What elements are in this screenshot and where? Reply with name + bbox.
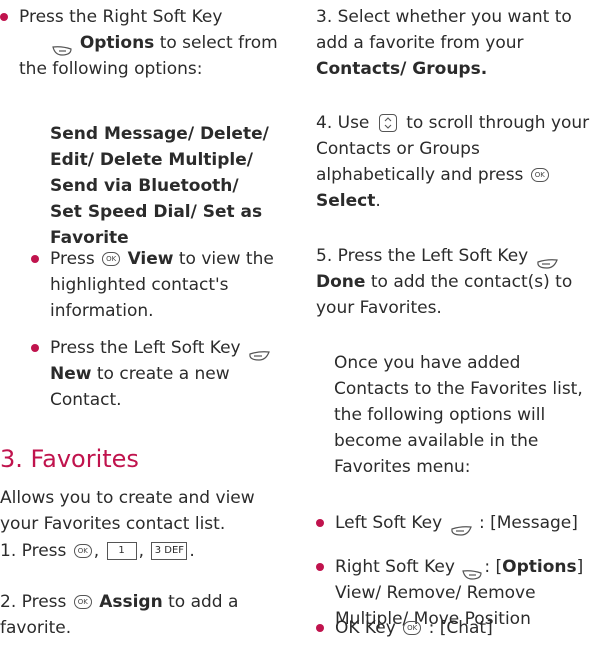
bullet-dot	[31, 344, 39, 352]
option-text: : [	[484, 557, 503, 577]
right-soft-key-icon	[52, 38, 73, 56]
favorites-note: Once you have added Contacts to the Favo…	[334, 353, 583, 477]
separator: ,	[138, 541, 144, 561]
step-text: 5. Press the Left Soft Key	[316, 246, 529, 266]
bullet-text: Press the Right Soft Key	[19, 7, 223, 27]
step-5: 5. Press the Left Soft Key Done to add t…	[316, 243, 592, 321]
separator: .	[375, 191, 381, 211]
step-text: 1. Press	[0, 541, 67, 561]
bullet-dot	[316, 563, 324, 571]
bullet-view: Press OK View to view the highlighted co…	[31, 246, 300, 324]
assign-label: Assign	[99, 592, 163, 612]
options-label: Options	[79, 33, 155, 53]
key-3-icon: 3 DEF	[151, 542, 188, 560]
bullet-dot	[0, 13, 8, 21]
step-1: 1. Press OK, 1, 3 DEF.	[0, 538, 282, 564]
option-text: Right Soft Key	[335, 557, 455, 577]
navigation-key-icon	[378, 114, 397, 132]
left-soft-key-icon	[536, 251, 558, 269]
section-heading-favorites: 3. Favorites	[0, 445, 139, 473]
option-text: OK Key	[335, 618, 396, 638]
option-message: Left Soft Key : [Message]	[316, 510, 592, 536]
option-text: ]	[576, 557, 584, 577]
option-text: Left Soft Key	[335, 513, 443, 533]
contacts-groups-label: Contacts/ Groups.	[316, 59, 488, 79]
favorites-intro: Allows you to create and view your Favor…	[0, 488, 255, 534]
options-line: Edit/ Delete Multiple/	[50, 150, 253, 170]
bullet-dot	[316, 519, 324, 527]
options-line: Send Message/ Delete/	[50, 124, 269, 144]
option-chat: OK Key OK : [Chat]	[316, 615, 592, 641]
bullet-right-soft-key-options: Press the Right Soft Key Options to sele…	[0, 4, 301, 82]
new-label: New	[50, 364, 92, 384]
ok-key-icon: OK	[102, 252, 121, 266]
step-2: 2. Press OK Assign to add a favorite.	[0, 589, 282, 641]
options-label: Options	[502, 557, 577, 577]
options-line: Set Speed Dial/ Set as	[50, 202, 263, 222]
option-text: : [Message]	[478, 513, 578, 533]
option-text: : [Chat]	[428, 618, 493, 638]
bullet-text: Press the Left Soft Key	[50, 338, 241, 358]
right-soft-key-icon	[462, 562, 482, 580]
left-soft-key-icon	[450, 518, 472, 536]
bullet-dot	[31, 255, 39, 263]
separator: ,	[93, 541, 100, 561]
bullet-new: Press the Left Soft Key New to create a …	[31, 335, 300, 413]
left-soft-key-icon	[248, 343, 270, 361]
select-label: Select	[316, 191, 376, 211]
options-line: Send via Bluetooth/	[50, 176, 239, 196]
key-1-icon: 1	[106, 542, 137, 560]
separator: .	[189, 541, 195, 561]
step-text: 3. Select whether you want to add a favo…	[316, 7, 572, 53]
done-label: Done	[316, 272, 366, 292]
ok-key-icon: OK	[530, 168, 549, 182]
options-list: Send Message/ Delete/ Edit/ Delete Multi…	[50, 121, 280, 251]
bullet-dot	[316, 624, 324, 632]
ok-key-icon: OK	[403, 621, 422, 635]
step-3: 3. Select whether you want to add a favo…	[316, 4, 592, 82]
bullet-text: Press	[50, 249, 95, 269]
ok-key-icon: OK	[73, 544, 92, 558]
step-text: 2. Press	[0, 592, 67, 612]
view-label: View	[127, 249, 174, 269]
ok-key-icon: OK	[73, 595, 92, 609]
step-text: 4. Use	[316, 113, 370, 133]
step-4: 4. Use to scroll through your Contacts o…	[316, 110, 592, 214]
